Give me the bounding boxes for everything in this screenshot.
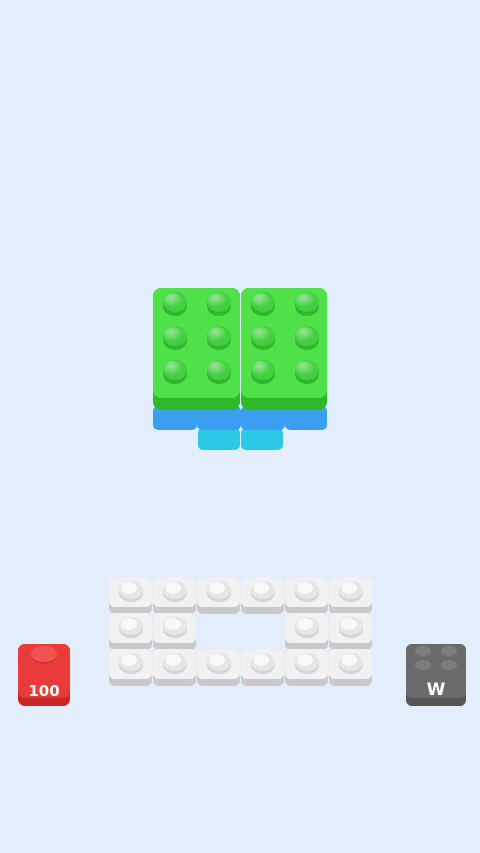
green-stud [207,360,231,384]
green-stud [251,360,275,384]
board-brick[interactable] [197,649,240,686]
cyan-layer-brick-right [241,428,283,450]
board-brick[interactable] [285,613,328,650]
board-brick[interactable] [109,649,152,686]
board-brick[interactable] [153,649,196,686]
green-stud [207,292,231,316]
mode-stud-3 [415,660,431,670]
green-stud [251,326,275,350]
board-brick[interactable] [329,613,372,650]
board-brick[interactable] [153,577,196,614]
board-brick[interactable] [109,613,152,650]
green-stud [295,360,319,384]
brick-board[interactable] [109,577,372,686]
green-stud [163,292,187,316]
board-brick[interactable] [329,577,372,614]
green-stud [295,292,319,316]
mode-stud-1 [415,646,431,656]
cyan-layer-brick-left [198,428,240,450]
green-stud [163,326,187,350]
board-brick[interactable] [285,577,328,614]
board-brick[interactable] [197,577,240,614]
green-stud [251,292,275,316]
mode-stud-4 [441,660,457,670]
board-brick[interactable] [241,577,284,614]
mode-label: W [426,680,446,700]
board-brick[interactable] [241,649,284,686]
board-brick[interactable] [285,649,328,686]
coin-value: 100 [28,682,60,700]
game-scene [18,288,466,706]
green-stud [163,360,187,384]
green-stud [207,326,231,350]
board-brick[interactable] [153,613,196,650]
board-brick[interactable] [109,577,152,614]
active-brick-stack[interactable] [153,288,327,450]
green-stud [295,326,319,350]
board-brick[interactable] [329,649,372,686]
mode-stud-2 [441,646,457,656]
